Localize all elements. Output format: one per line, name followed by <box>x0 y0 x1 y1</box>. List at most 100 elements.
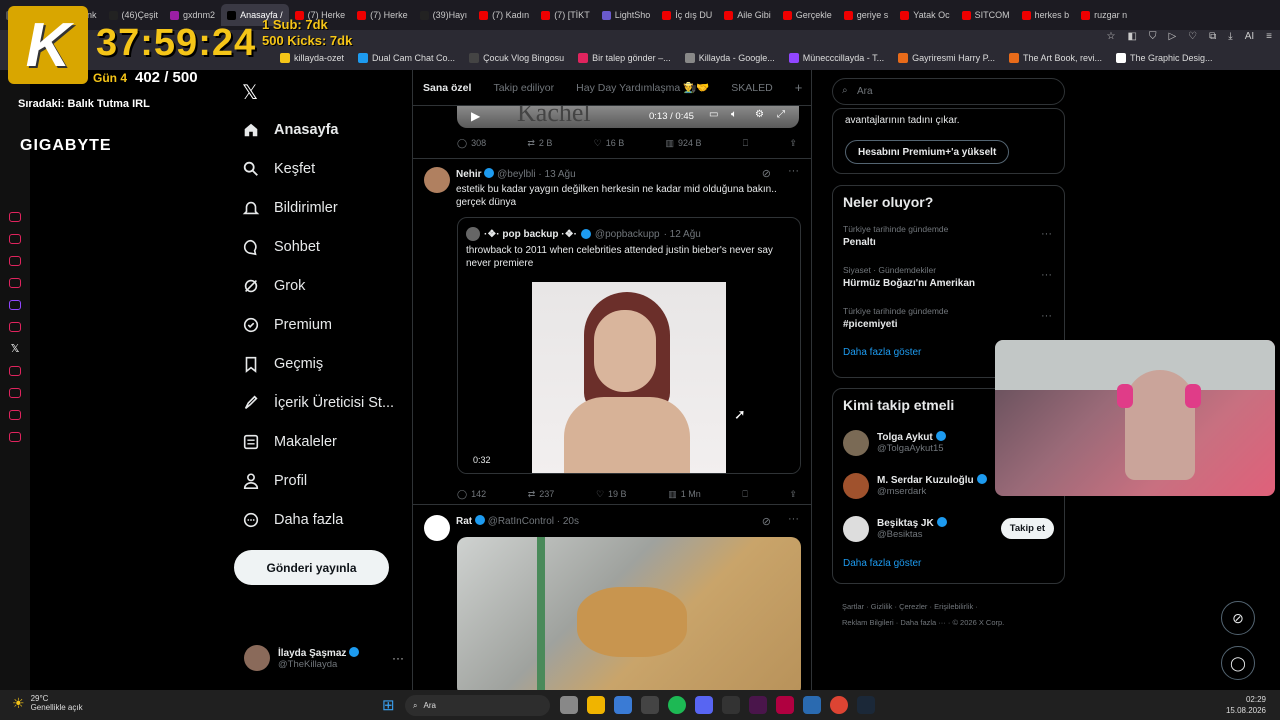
sidebar-app-icon[interactable] <box>9 212 21 222</box>
tweet-date[interactable]: · 13 Ağu <box>538 169 575 180</box>
bookmark-item[interactable]: killayda-ozet <box>280 52 344 63</box>
weather-widget[interactable]: ☀ 29°C Genellikle açık <box>12 694 83 712</box>
trend-item[interactable]: Türkiye tarihinde gündemde #picemiyeti ··· <box>833 300 1064 341</box>
grok-icon[interactable]: ⊘ <box>762 167 771 180</box>
search-input[interactable]: ⌕ Ara <box>832 78 1065 105</box>
messages-float-button[interactable]: ◯ <box>1221 646 1255 680</box>
author-handle[interactable]: @beylbli <box>497 169 536 180</box>
account-switcher[interactable]: İlayda Şaşmaz @TheKillayda ··· <box>244 643 404 673</box>
bookmark-item[interactable]: Dual Cam Chat Co... <box>358 52 455 63</box>
obs-icon[interactable] <box>641 696 659 714</box>
more-dots-icon[interactable]: ··· <box>1041 310 1052 322</box>
nav-item-2[interactable]: Keşfet <box>234 149 404 188</box>
spotify-icon[interactable] <box>668 696 686 714</box>
grok-float-button[interactable]: ⊘ <box>1221 601 1255 635</box>
nav-item-8[interactable]: İçerik Üreticisi St... <box>234 383 404 422</box>
more-dots-icon[interactable]: ··· <box>1041 228 1052 240</box>
reply-button[interactable]: ◯ 308 <box>457 138 486 149</box>
follow-show-more[interactable]: Daha fazla göster <box>833 550 1064 577</box>
browser-tab[interactable]: geriye s <box>838 4 895 26</box>
like-button[interactable]: ♡ 16 B <box>594 138 625 149</box>
repost-button[interactable]: ⇄ 237 <box>528 489 555 500</box>
browser-tab[interactable]: ruzgar n <box>1075 4 1133 26</box>
notepad-icon[interactable] <box>803 696 821 714</box>
grok-icon[interactable]: ⊘ <box>762 515 771 528</box>
browser-tab[interactable]: SITCOM <box>956 4 1016 26</box>
bookmark-icon[interactable]: ⎕ <box>743 138 748 149</box>
nav-item-1[interactable]: Anasayfa <box>234 110 404 149</box>
outlook-icon[interactable] <box>614 696 632 714</box>
bookmark-icon[interactable]: ⎕ <box>742 489 747 500</box>
steam-icon[interactable] <box>857 696 875 714</box>
browser-tab[interactable]: (7) [TİKT <box>535 4 596 26</box>
author-name[interactable]: Nehir <box>456 169 482 180</box>
trend-item[interactable]: Türkiye tarihinde gündemde Penaltı ··· <box>833 218 1064 259</box>
tweet-video[interactable] <box>457 537 801 690</box>
nav-item-11[interactable]: Daha fazla <box>234 500 404 539</box>
heart-icon[interactable]: ♡ <box>1188 31 1197 42</box>
add-tab-icon[interactable]: + <box>795 80 803 95</box>
trend-item[interactable]: Siyaset · Gündemdekiler Hürmüz Boğazı'nı … <box>833 259 1064 300</box>
bookmark-item[interactable]: Çocuk Vlog Bingosu <box>469 52 564 63</box>
bookmark-item[interactable]: The Art Book, revi... <box>1008 52 1102 63</box>
footer-line[interactable]: Reklam Bilgileri · Daha fazla ··· · © 20… <box>842 615 1004 631</box>
browser-tab[interactable]: Gerçekle <box>777 4 838 26</box>
tweet[interactable]: Nehir @beylbli · 13 Ağu ⊘ ··· estetik bu… <box>413 158 811 504</box>
bookmark-icon[interactable]: ☆ <box>1107 31 1116 42</box>
sidebar-app-icon[interactable] <box>9 410 21 420</box>
like-button[interactable]: ♡ 19 B <box>596 489 627 500</box>
timeline-tab[interactable]: Hay Day Yardımlaşma 👨‍🌾🤝 <box>576 81 709 94</box>
start-icon[interactable]: ⊞ <box>382 696 395 714</box>
views-button[interactable]: ▥ 1 Mn <box>668 489 701 500</box>
sidebar-app-icon[interactable] <box>9 322 21 332</box>
timeline-tab[interactable]: Takip ediliyor <box>493 82 554 94</box>
tweet-date[interactable]: · 20s <box>557 516 579 527</box>
author-handle[interactable]: @RatInControl <box>488 516 554 527</box>
nav-item-5[interactable]: Grok <box>234 266 404 305</box>
nav-item-3[interactable]: Bildirimler <box>234 188 404 227</box>
play-icon[interactable]: ▷ <box>1168 31 1176 42</box>
sidebar-app-icon[interactable] <box>9 432 21 442</box>
sidebar-app-icon[interactable] <box>9 388 21 398</box>
video-player[interactable]: Kachel ▶ 0:13 / 0:45 ▭ 🔈︎ ⚙ ⤢ ◯ 308 ⇄ 2 B … <box>413 106 811 158</box>
taskbar-search[interactable]: ⌕ Ara <box>405 695 550 716</box>
browser-tab[interactable]: (39)Hayı <box>414 4 474 26</box>
more-dots-icon[interactable]: ··· <box>392 651 404 665</box>
timeline-tab[interactable]: Sana özel <box>423 82 471 94</box>
browser-tab[interactable]: İç dış DU <box>656 4 718 26</box>
browser-tab[interactable]: Aile Gibi <box>718 4 777 26</box>
tweet[interactable]: Rat @RatInControl · 20s ⊘ ··· <box>413 504 811 690</box>
footer-line[interactable]: Şartlar · Gizlilik · Çerezler · Erişileb… <box>842 599 1004 615</box>
sidebar-app-icon[interactable] <box>9 366 21 376</box>
slack-icon[interactable] <box>749 696 767 714</box>
menu-icon[interactable]: ≡ <box>1266 31 1272 42</box>
nav-item-10[interactable]: Profil <box>234 461 404 500</box>
more-dots-icon[interactable]: ··· <box>788 165 799 177</box>
x-logo-icon[interactable]: 𝕏 <box>242 80 258 105</box>
share-icon[interactable]: ⇪ <box>789 489 797 500</box>
browser-tab[interactable]: (7) Herke <box>351 4 414 26</box>
download-icon[interactable]: ⤓ <box>1228 31 1232 42</box>
browser-tab[interactable]: LightSho <box>596 4 657 26</box>
discord-icon[interactable] <box>695 696 713 714</box>
captions-icon[interactable]: ▭ <box>709 109 718 120</box>
repost-button[interactable]: ⇄ 2 B <box>527 138 552 149</box>
views-button[interactable]: ▥ 924 B <box>665 138 701 149</box>
sidebar-app-icon[interactable] <box>9 300 21 310</box>
settings-icon[interactable]: ⚙ <box>755 109 764 120</box>
quote-video[interactable]: 0:32 ➚ <box>458 282 800 473</box>
post-button[interactable]: Gönderi yayınla <box>234 550 389 585</box>
nav-item-6[interactable]: Premium <box>234 305 404 344</box>
author-name[interactable]: Rat <box>456 516 472 527</box>
opera-icon[interactable] <box>776 696 794 714</box>
volume-icon[interactable]: 🔈︎ <box>731 109 737 120</box>
quoted-tweet[interactable]: ·❖· pop backup ·❖· @popbackupp · 12 Ağu … <box>457 217 801 474</box>
fullscreen-icon[interactable]: ⤢ <box>777 109 785 120</box>
follow-button[interactable]: Takip et <box>1000 518 1054 539</box>
more-dots-icon[interactable]: ··· <box>1041 269 1052 281</box>
share-icon[interactable]: ⇪ <box>789 138 797 149</box>
puzzle-icon[interactable]: ⧉ <box>1209 31 1216 42</box>
more-dots-icon[interactable]: ··· <box>788 513 799 525</box>
sidebar-app-icon[interactable] <box>9 278 21 288</box>
nav-item-4[interactable]: Sohbet <box>234 227 404 266</box>
